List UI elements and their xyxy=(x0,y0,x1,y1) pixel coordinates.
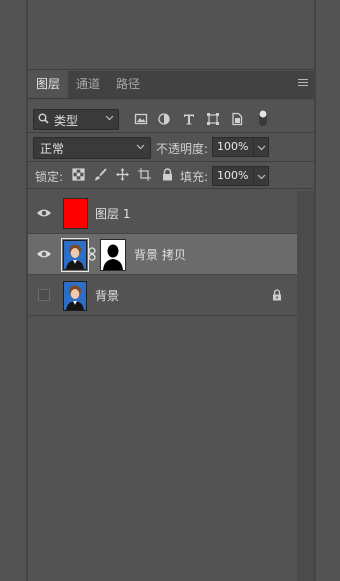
type-filter-icon[interactable] xyxy=(182,112,196,126)
layers-panel: 图层 通道 路径 类型 正常 不透明度: 100% 锁定: 填充: 100% 图… xyxy=(28,71,314,581)
layer-mask-thumbnail[interactable] xyxy=(100,239,126,271)
lock-image-icon[interactable] xyxy=(94,168,107,181)
fill-input[interactable]: 100% xyxy=(212,166,256,186)
lock-transparent-icon[interactable] xyxy=(72,168,85,181)
search-icon xyxy=(38,113,49,124)
lock-separator xyxy=(28,188,314,189)
lock-all-icon[interactable] xyxy=(161,168,174,181)
filter-separator xyxy=(28,132,314,133)
pixel-filter-icon[interactable] xyxy=(134,112,148,126)
shape-filter-icon[interactable] xyxy=(206,112,220,126)
panel-menu-icon[interactable] xyxy=(298,79,308,89)
layer-row[interactable]: 背景 xyxy=(28,275,297,316)
filter-type-label: 类型 xyxy=(54,114,79,128)
eye-icon[interactable] xyxy=(34,203,54,223)
opacity-input[interactable]: 100% xyxy=(212,137,256,157)
layer-list: 图层 1 背景 拷贝 背景 xyxy=(28,191,297,316)
opacity-label: 不透明度: xyxy=(156,142,209,156)
eye-icon[interactable] xyxy=(34,244,54,264)
lock-artboard-icon[interactable] xyxy=(138,168,151,181)
lock-label: 锁定: xyxy=(35,170,64,184)
layer-thumbnail-red-fill[interactable] xyxy=(63,198,88,229)
tab-layers[interactable]: 图层 xyxy=(28,71,68,98)
chevron-down-icon xyxy=(257,174,266,180)
top-separator xyxy=(28,69,314,70)
layer-name[interactable]: 背景 拷贝 xyxy=(134,246,186,263)
lock-position-icon[interactable] xyxy=(116,168,129,181)
blend-mode-value: 正常 xyxy=(40,142,65,156)
layer-thumbnail-portrait[interactable] xyxy=(61,238,89,272)
filter-type-select[interactable]: 类型 xyxy=(33,109,119,130)
chevron-down-icon xyxy=(105,115,114,121)
chevron-down-icon xyxy=(136,144,145,150)
lock-icon[interactable] xyxy=(272,289,282,301)
visibility-toggle[interactable] xyxy=(34,285,54,305)
panel-tab-bar: 图层 通道 路径 xyxy=(28,71,314,99)
tab-channels[interactable]: 通道 xyxy=(68,71,108,98)
layer-row[interactable]: 图层 1 xyxy=(28,193,297,234)
fill-dropdown-button[interactable] xyxy=(253,166,269,186)
right-frame-divider xyxy=(314,0,316,581)
layer-thumbnail-portrait[interactable] xyxy=(63,281,87,311)
fill-label: 填充: xyxy=(180,170,209,184)
filter-toggle-icon[interactable] xyxy=(258,109,268,127)
link-icon[interactable] xyxy=(88,247,96,261)
layer-list-scrollbar[interactable] xyxy=(297,191,314,581)
smartobject-filter-icon[interactable] xyxy=(230,112,244,126)
layer-divider xyxy=(28,315,297,316)
layer-name[interactable]: 图层 1 xyxy=(95,205,130,222)
adjustment-filter-icon[interactable] xyxy=(157,112,171,126)
blend-mode-select[interactable]: 正常 xyxy=(33,137,151,159)
layer-row-selected[interactable]: 背景 拷贝 xyxy=(28,234,297,275)
tab-paths[interactable]: 路径 xyxy=(108,71,148,98)
blend-separator xyxy=(28,161,314,162)
layer-name[interactable]: 背景 xyxy=(95,287,119,304)
chevron-down-icon xyxy=(257,145,266,151)
opacity-dropdown-button[interactable] xyxy=(253,137,269,157)
